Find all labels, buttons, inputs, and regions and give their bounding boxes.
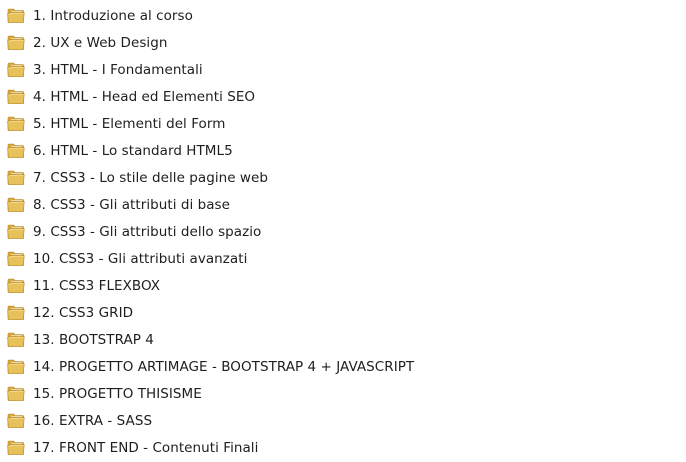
folder-label: 3. HTML - I Fondamentali — [33, 62, 203, 78]
folder-icon — [7, 277, 25, 294]
folder-icon — [7, 7, 25, 24]
folder-icon — [7, 223, 25, 240]
folder-icon — [7, 196, 25, 213]
folder-item[interactable]: 9. CSS3 - Gli attributi dello spazio — [0, 218, 686, 245]
folder-label: 6. HTML - Lo standard HTML5 — [33, 143, 233, 159]
folder-icon — [7, 358, 25, 375]
folder-icon — [7, 169, 25, 186]
folder-icon — [7, 88, 25, 105]
folder-icon — [7, 34, 25, 51]
folder-icon — [7, 331, 25, 348]
folder-item[interactable]: 10. CSS3 - Gli attributi avanzati — [0, 245, 686, 272]
folder-item[interactable]: 1. Introduzione al corso — [0, 2, 686, 29]
folder-label: 17. FRONT END - Contenuti Finali — [33, 440, 259, 456]
folder-list: 1. Introduzione al corso 2. UX e Web Des… — [0, 2, 686, 461]
folder-item[interactable]: 3. HTML - I Fondamentali — [0, 56, 686, 83]
folder-icon — [7, 439, 25, 456]
folder-item[interactable]: 8. CSS3 - Gli attributi di base — [0, 191, 686, 218]
folder-item[interactable]: 4. HTML - Head ed Elementi SEO — [0, 83, 686, 110]
folder-icon — [7, 304, 25, 321]
folder-item[interactable]: 6. HTML - Lo standard HTML5 — [0, 137, 686, 164]
folder-label: 9. CSS3 - Gli attributi dello spazio — [33, 224, 262, 240]
folder-label: 14. PROGETTO ARTIMAGE - BOOTSTRAP 4 + JA… — [33, 359, 415, 375]
folder-item[interactable]: 2. UX e Web Design — [0, 29, 686, 56]
folder-label: 7. CSS3 - Lo stile delle pagine web — [33, 170, 268, 186]
folder-icon — [7, 142, 25, 159]
folder-icon — [7, 115, 25, 132]
folder-label: 12. CSS3 GRID — [33, 305, 134, 321]
folder-label: 1. Introduzione al corso — [33, 8, 193, 24]
folder-label: 5. HTML - Elementi del Form — [33, 116, 226, 132]
folder-label: 10. CSS3 - Gli attributi avanzati — [33, 251, 248, 267]
folder-label: 15. PROGETTO THISISME — [33, 386, 202, 402]
folder-label: 2. UX e Web Design — [33, 35, 168, 51]
folder-label: 13. BOOTSTRAP 4 — [33, 332, 154, 348]
folder-icon — [7, 61, 25, 78]
folder-label: 4. HTML - Head ed Elementi SEO — [33, 89, 256, 105]
folder-item[interactable]: 7. CSS3 - Lo stile delle pagine web — [0, 164, 686, 191]
folder-item[interactable]: 11. CSS3 FLEXBOX — [0, 272, 686, 299]
folder-item[interactable]: 5. HTML - Elementi del Form — [0, 110, 686, 137]
folder-item[interactable]: 13. BOOTSTRAP 4 — [0, 326, 686, 353]
folder-item[interactable]: 14. PROGETTO ARTIMAGE - BOOTSTRAP 4 + JA… — [0, 353, 686, 380]
folder-icon — [7, 250, 25, 267]
folder-item[interactable]: 15. PROGETTO THISISME — [0, 380, 686, 407]
folder-item[interactable]: 17. FRONT END - Contenuti Finali — [0, 434, 686, 461]
folder-icon — [7, 385, 25, 402]
folder-icon — [7, 412, 25, 429]
folder-label: 11. CSS3 FLEXBOX — [33, 278, 161, 294]
folder-item[interactable]: 16. EXTRA - SASS — [0, 407, 686, 434]
folder-label: 16. EXTRA - SASS — [33, 413, 153, 429]
folder-item[interactable]: 12. CSS3 GRID — [0, 299, 686, 326]
folder-label: 8. CSS3 - Gli attributi di base — [33, 197, 230, 213]
